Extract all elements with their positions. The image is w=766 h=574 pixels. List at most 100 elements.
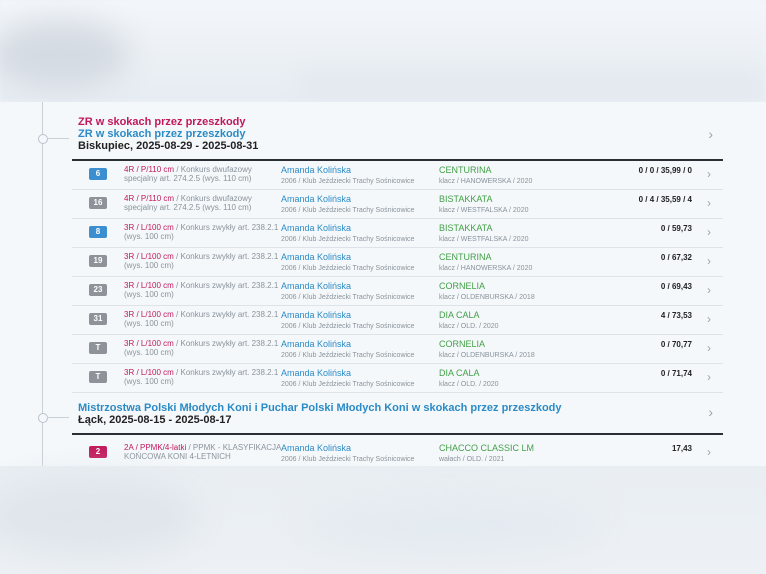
competition-class[interactable]: 3R / L/100 cm [124,223,174,232]
competition-info[interactable]: 3R / L/100 cm / Konkurs zwykły art. 238.… [124,368,282,386]
rider-name[interactable]: Amanda Kolińska [281,281,431,292]
rider-info: Amanda Kolińska 2006 / Klub Jeździecki Tr… [281,165,431,187]
chevron-right-icon[interactable]: › [707,341,711,355]
rider-info: Amanda Kolińska 2006 / Klub Jeździecki Tr… [281,194,431,216]
result-row[interactable]: 6 4R / P/110 cm / Konkurs dwufazowy specj… [72,161,723,190]
place-badge: 19 [89,255,107,267]
chevron-right-icon[interactable]: › [707,225,711,239]
rider-club: 2006 / Klub Jeździecki Trachy Sośnicowic… [281,178,415,185]
result-row[interactable]: 16 4R / P/110 cm / Konkurs dwufazowy spec… [72,190,723,219]
horse-info: BISTAKKATA klacz / WESTFALSKA / 2020 [439,194,599,216]
event-place-dates: Łąck, 2025-08-15 - 2025-08-17 [78,414,232,426]
competition-class[interactable]: 3R / L/100 cm [124,310,174,319]
result-score: 17,43 [671,444,692,453]
place-badge: 2 [89,446,107,458]
blurred-header-area [0,0,766,102]
rider-club: 2006 / Klub Jeździecki Trachy Sośnicowic… [281,236,415,243]
chevron-right-icon[interactable]: › [708,404,713,420]
chevron-right-icon[interactable]: › [707,196,711,210]
competition-info[interactable]: 3R / L/100 cm / Konkurs zwykły art. 238.… [124,339,282,357]
event-place-dates: Biskupiec, 2025-08-29 - 2025-08-31 [78,140,259,152]
horse-details: klacz / OLDENBURSKA / 2018 [439,294,535,301]
chevron-right-icon[interactable]: › [707,167,711,181]
horse-info: CHACCO CLASSIC LM wałach / OLD. / 2021 [439,443,599,465]
rider-name[interactable]: Amanda Kolińska [281,443,431,454]
competition-info[interactable]: 3R / L/100 cm / Konkurs zwykły art. 238.… [124,310,282,328]
competition-class[interactable]: 3R / L/100 cm [124,339,174,348]
horse-name[interactable]: CORNELIA [439,339,599,350]
blurred-footer-area [0,466,766,574]
horse-name[interactable]: CENTURINA [439,252,599,263]
result-row[interactable]: 23 3R / L/100 cm / Konkurs zwykły art. 23… [72,277,723,306]
horse-name[interactable]: BISTAKKATA [439,223,599,234]
horse-name[interactable]: CHACCO CLASSIC LM [439,443,599,454]
competition-class[interactable]: 4R / P/110 cm [124,194,174,203]
result-row[interactable]: T 3R / L/100 cm / Konkurs zwykły art. 238… [72,364,723,393]
place-badge: 16 [89,197,107,209]
horse-info: CORNELIA klacz / OLDENBURSKA / 2018 [439,281,599,303]
place-badge: 8 [89,226,107,238]
horse-name[interactable]: DIA CALA [439,368,599,379]
event-block: Mistrzostwa Polski Młodych Koni i Puchar… [72,398,723,468]
competition-info[interactable]: 3R / L/100 cm / Konkurs zwykły art. 238.… [124,252,282,270]
horse-name[interactable]: CORNELIA [439,281,599,292]
result-row[interactable]: T 3R / L/100 cm / Konkurs zwykły art. 238… [72,335,723,364]
event-title-secondary[interactable]: ZR w skokach przez przeszkody [78,128,717,140]
chevron-right-icon[interactable]: › [707,445,711,459]
competition-info[interactable]: 4R / P/110 cm / Konkurs dwufazowy specja… [124,165,282,183]
competition-class[interactable]: 3R / L/100 cm [124,281,174,290]
horse-details: wałach / OLD. / 2021 [439,456,505,463]
rider-club: 2006 / Klub Jeździecki Trachy Sośnicowic… [281,323,415,330]
horse-details: klacz / OLD. / 2020 [439,323,499,330]
rider-club: 2006 / Klub Jeździecki Trachy Sośnicowic… [281,456,415,463]
competition-class[interactable]: 3R / L/100 cm [124,368,174,377]
competition-info[interactable]: 2A / PPMK/4-latki / PPMK - KLASYFIKACJA … [124,443,282,461]
horse-name[interactable]: DIA CALA [439,310,599,321]
result-row[interactable]: 31 3R / L/100 cm / Konkurs zwykły art. 23… [72,306,723,335]
event-header[interactable]: Mistrzostwa Polski Młodych Koni i Puchar… [72,398,723,435]
result-score: 0 / 0 / 35,99 / 0 [638,166,692,175]
chevron-right-icon[interactable]: › [707,312,711,326]
event-header[interactable]: ZR w skokach przez przeszkody ZR w skoka… [72,112,723,161]
horse-details: klacz / HANOWERSKA / 2020 [439,178,533,185]
competition-class[interactable]: 3R / L/100 cm [124,252,174,261]
event-title-primary: ZR w skokach przez przeszkody [78,116,246,128]
rider-name[interactable]: Amanda Kolińska [281,310,431,321]
chevron-right-icon[interactable]: › [707,254,711,268]
rider-name[interactable]: Amanda Kolińska [281,368,431,379]
horse-info: CENTURINA klacz / HANOWERSKA / 2020 [439,252,599,274]
result-score: 0 / 70,77 [660,340,692,349]
place-badge: 31 [89,313,107,325]
chevron-right-icon[interactable]: › [707,370,711,384]
competition-info[interactable]: 4R / P/110 cm / Konkurs dwufazowy specja… [124,194,282,212]
place-badge: T [89,342,107,354]
competition-class[interactable]: 2A / PPMK/4-latki [124,443,186,452]
competition-info[interactable]: 3R / L/100 cm / Konkurs zwykły art. 238.… [124,281,282,299]
result-score: 0 / 59,73 [660,224,692,233]
result-row[interactable]: 8 3R / L/100 cm / Konkurs zwykły art. 238… [72,219,723,248]
rider-name[interactable]: Amanda Kolińska [281,252,431,263]
result-score: 0 / 4 / 35,59 / 4 [638,195,692,204]
competition-class[interactable]: 4R / P/110 cm [124,165,174,174]
horse-name[interactable]: BISTAKKATA [439,194,599,205]
horse-details: klacz / HANOWERSKA / 2020 [439,265,533,272]
rider-info: Amanda Kolińska 2006 / Klub Jeździecki Tr… [281,339,431,361]
results-page: ZR w skokach przez przeszkody ZR w skoka… [0,102,766,472]
competition-info[interactable]: 3R / L/100 cm / Konkurs zwykły art. 238.… [124,223,282,241]
horse-details: klacz / OLDENBURSKA / 2018 [439,352,535,359]
rider-name[interactable]: Amanda Kolińska [281,165,431,176]
rider-info: Amanda Kolińska 2006 / Klub Jeździecki Tr… [281,223,431,245]
result-row[interactable]: 19 3R / L/100 cm / Konkurs zwykły art. 23… [72,248,723,277]
horse-name[interactable]: CENTURINA [439,165,599,176]
horse-info: CORNELIA klacz / OLDENBURSKA / 2018 [439,339,599,361]
chevron-right-icon[interactable]: › [708,126,713,142]
horse-details: klacz / WESTFALSKA / 2020 [439,236,529,243]
rider-name[interactable]: Amanda Kolińska [281,223,431,234]
event-title-secondary[interactable]: Mistrzostwa Polski Młodych Koni i Puchar… [78,402,717,414]
result-score: 0 / 69,43 [660,282,692,291]
rider-info: Amanda Kolińska 2006 / Klub Jeździecki Tr… [281,368,431,390]
chevron-right-icon[interactable]: › [707,283,711,297]
rider-name[interactable]: Amanda Kolińska [281,194,431,205]
rider-name[interactable]: Amanda Kolińska [281,339,431,350]
result-row[interactable]: 2 2A / PPMK/4-latki / PPMK - KLASYFIKACJA… [72,439,723,468]
